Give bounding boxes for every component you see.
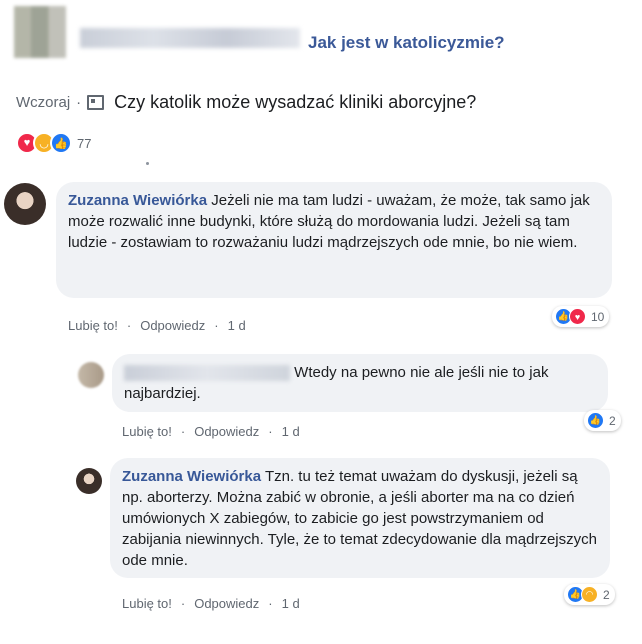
comment-time[interactable]: 1 d <box>282 596 300 611</box>
reaction-count: 2 <box>603 587 610 602</box>
comment-bubble: Zuzanna Wiewiórka Jeżeli nie ma tam ludz… <box>56 182 612 298</box>
reply-link[interactable]: Odpowiedz <box>140 318 205 333</box>
avatar[interactable] <box>78 362 104 388</box>
actions-separator: · <box>268 424 273 439</box>
comment-author[interactable]: Zuzanna Wiewiórka <box>122 468 261 485</box>
like-link[interactable]: Lubię to! <box>122 596 172 611</box>
comment-actions: Lubię to! · Odpowiedz · 1 d <box>122 596 300 611</box>
actions-separator: · <box>126 318 132 333</box>
reaction-count: 2 <box>609 413 616 428</box>
avatar[interactable] <box>4 183 46 225</box>
love-reaction-icon: ♥ <box>569 308 586 325</box>
pixelated-comment-author <box>124 365 290 382</box>
comment-bubble: Wtedy na pewno nie ale jeśli nie to jak … <box>112 354 608 412</box>
actions-separator: · <box>214 318 219 333</box>
comment-bubble: Zuzanna Wiewiórka Tzn. tu też temat uważ… <box>110 458 610 578</box>
news-icon <box>87 95 105 110</box>
like-link[interactable]: Lubię to! <box>68 318 118 333</box>
sad-reaction-icon: ◠ <box>581 586 598 603</box>
post-meta: Wczoraj · Czy katolik może wysadzać klin… <box>16 92 476 113</box>
comment-reactions[interactable]: 👍 2 <box>584 410 621 431</box>
comment-reactions[interactable]: 👍 ♥ 10 <box>552 306 610 327</box>
comment-author[interactable]: Zuzanna Wiewiórka <box>68 192 207 209</box>
pixelated-post-avatar <box>14 6 66 58</box>
meta-separator: · <box>76 94 82 111</box>
post-time[interactable]: Wczoraj <box>16 94 70 111</box>
comment-actions: Lubię to! · Odpowiedz · 1 d <box>68 318 246 333</box>
divider-dot <box>146 162 149 165</box>
like-link[interactable]: Lubię to! <box>122 424 172 439</box>
comment-time[interactable]: 1 d <box>282 424 300 439</box>
like-reaction-icon: 👍 <box>587 412 604 429</box>
post-reactions[interactable]: ♥ ◡ 👍 77 <box>16 132 91 154</box>
comment-time[interactable]: 1 d <box>228 318 246 333</box>
reply-link[interactable]: Odpowiedz <box>194 596 259 611</box>
actions-separator: · <box>180 424 186 439</box>
post-question: Czy katolik może wysadzać kliniki aborcy… <box>114 92 477 112</box>
avatar[interactable] <box>76 468 102 494</box>
actions-separator: · <box>180 596 186 611</box>
post-title[interactable]: Jak jest w katolicyzmie? <box>308 33 505 53</box>
post-reaction-count: 77 <box>77 135 92 151</box>
comment-actions: Lubię to! · Odpowiedz · 1 d <box>122 424 300 439</box>
comment-reactions[interactable]: 👍 ◠ 2 <box>564 584 615 605</box>
reply-link[interactable]: Odpowiedz <box>194 424 259 439</box>
reaction-count: 10 <box>591 309 605 324</box>
pixelated-post-author <box>80 28 300 48</box>
like-reaction-icon: 👍 <box>50 132 72 154</box>
actions-separator: · <box>268 596 273 611</box>
